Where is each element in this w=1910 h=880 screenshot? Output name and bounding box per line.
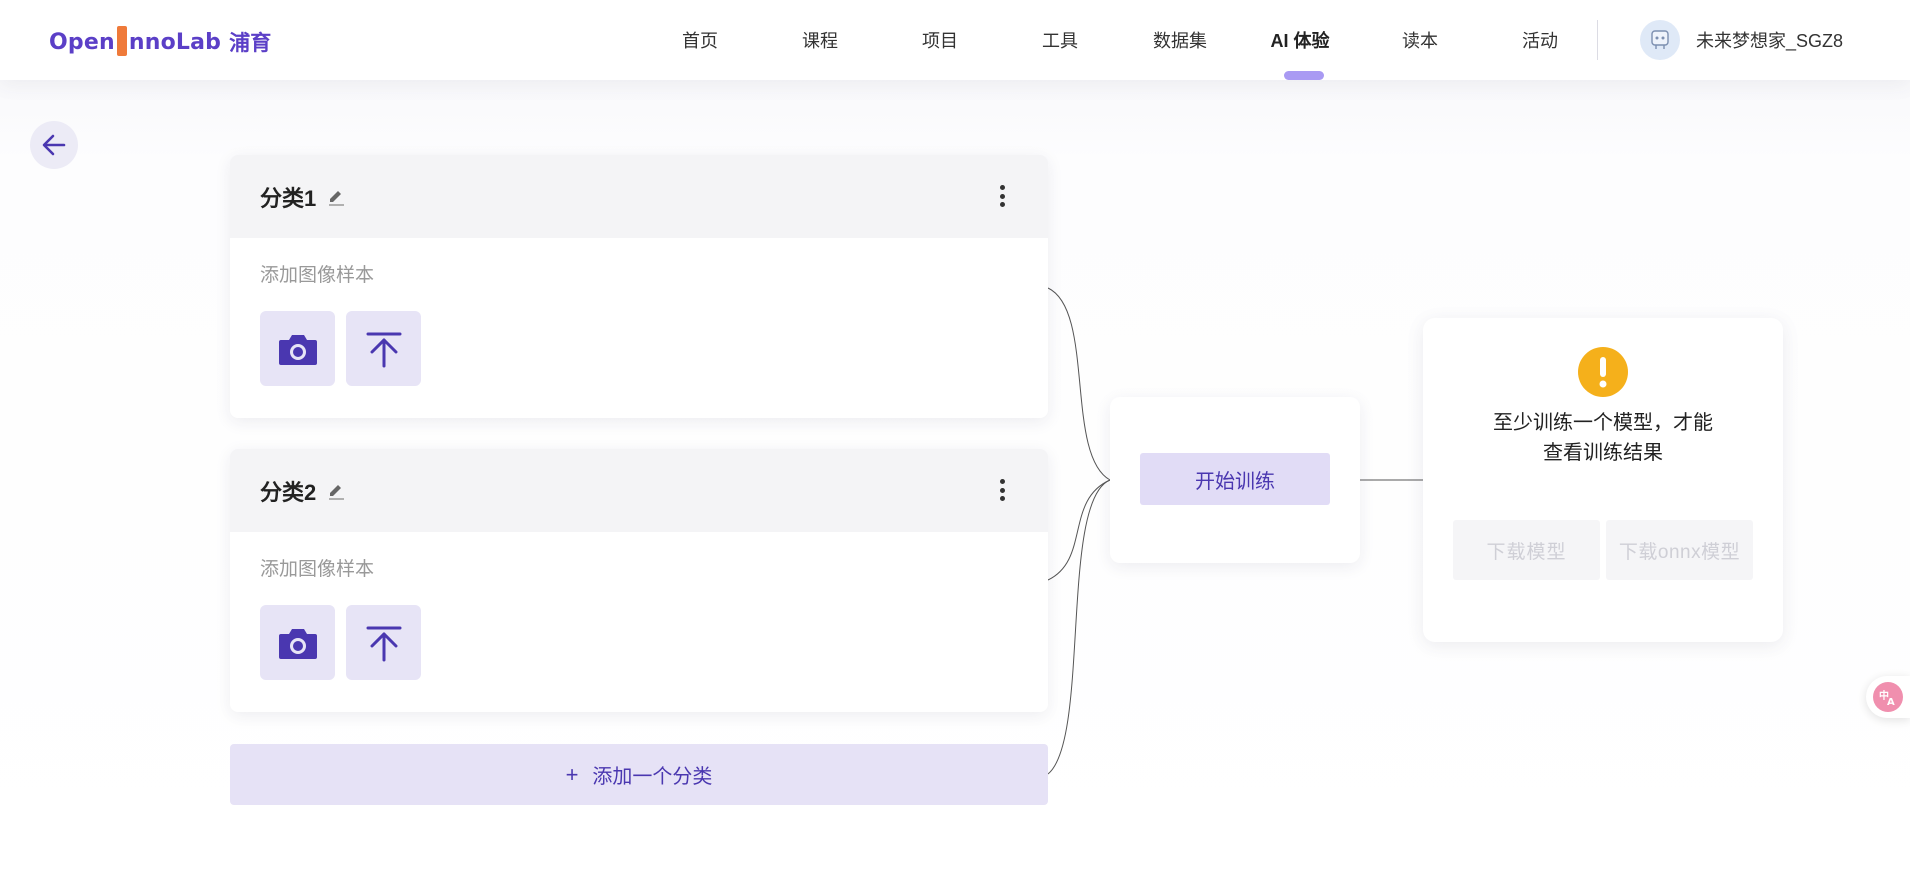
translate-icon: 中 A <box>1873 682 1903 712</box>
upload-button[interactable] <box>346 605 421 680</box>
plus-icon: + <box>565 761 579 787</box>
add-class-label: 添加一个分类 <box>592 766 713 788</box>
class-card-body: 添加图像样本 <box>230 532 1048 710</box>
result-message: 至少训练一个模型，才能 查看训练结果 <box>1423 408 1783 468</box>
site-logo[interactable]: Open nnoLab 浦育 <box>49 22 272 62</box>
more-vertical-icon[interactable] <box>992 475 1012 505</box>
avatar <box>1640 20 1680 60</box>
class-card-body: 添加图像样本 <box>230 238 1048 416</box>
upload-icon <box>366 332 401 367</box>
class-card-header: 分类1 <box>230 155 1048 238</box>
upload-icon <box>366 626 401 661</box>
nav-label: 课程 <box>802 31 838 51</box>
nav-label: 数据集 <box>1153 31 1207 51</box>
logo-i-mark <box>116 26 127 56</box>
result-message-line1: 至少训练一个模型，才能 <box>1493 412 1713 434</box>
sample-buttons <box>260 605 1018 680</box>
sample-buttons <box>260 311 1018 386</box>
nav-readers[interactable]: 读本 <box>1360 0 1480 80</box>
webcam-button[interactable] <box>260 605 335 680</box>
pencil-icon[interactable] <box>326 480 348 502</box>
nav-label: 首页 <box>682 31 718 51</box>
camera-icon <box>278 628 317 659</box>
nav-label: AI 体验 <box>1270 31 1330 51</box>
class-card-1: 分类1 添加图像样本 <box>230 155 1048 418</box>
exclamation-icon <box>1578 347 1628 397</box>
translate-button[interactable]: 中 A <box>1866 676 1910 718</box>
nav-label: 项目 <box>922 31 958 51</box>
class-title: 分类1 <box>260 185 317 211</box>
class-card-header: 分类2 <box>230 449 1048 532</box>
nav-datasets[interactable]: 数据集 <box>1120 0 1240 80</box>
robot-avatar-icon <box>1651 30 1669 49</box>
pencil-icon[interactable] <box>326 186 348 208</box>
add-class-button[interactable]: + 添加一个分类 <box>230 744 1048 805</box>
top-header: Open nnoLab 浦育 首页 课程 项目 工具 数据集 AI 体验 读本 活… <box>0 0 1910 80</box>
logo-text-open: Open <box>49 29 115 55</box>
camera-icon <box>278 334 317 365</box>
logo-cn: 浦育 <box>229 31 272 55</box>
arrow-left-icon <box>42 134 66 156</box>
nav-label: 活动 <box>1522 31 1558 51</box>
svg-text:A: A <box>1887 697 1895 706</box>
nav-projects[interactable]: 项目 <box>880 0 1000 80</box>
nav-activities[interactable]: 活动 <box>1480 0 1600 80</box>
username: 未来梦想家_SGZ8 <box>1696 31 1844 51</box>
nav-divider <box>1597 20 1598 60</box>
result-card: 至少训练一个模型，才能 查看训练结果 下载模型 下载onnx模型 <box>1423 318 1783 642</box>
add-sample-label: 添加图像样本 <box>260 265 375 286</box>
main-nav: 首页 课程 项目 工具 数据集 AI 体验 读本 活动 <box>640 0 1600 80</box>
download-model-button[interactable]: 下载模型 <box>1453 520 1600 580</box>
start-training-button[interactable]: 开始训练 <box>1140 453 1330 505</box>
train-card: 开始训练 <box>1110 397 1360 563</box>
nav-courses[interactable]: 课程 <box>760 0 880 80</box>
nav-label: 工具 <box>1042 31 1078 51</box>
logo-text-nnolab: nnoLab <box>128 29 222 55</box>
user-menu[interactable]: 未来梦想家_SGZ8 <box>1640 20 1843 60</box>
page: Open nnoLab 浦育 首页 课程 项目 工具 数据集 AI 体验 读本 活… <box>0 0 1910 880</box>
back-button[interactable] <box>30 121 78 169</box>
webcam-button[interactable] <box>260 311 335 386</box>
add-sample-label: 添加图像样本 <box>260 559 375 580</box>
class-card-2: 分类2 添加图像样本 <box>230 449 1048 712</box>
nav-home[interactable]: 首页 <box>640 0 760 80</box>
class-title: 分类2 <box>260 479 317 505</box>
nav-label: 读本 <box>1402 31 1438 51</box>
more-vertical-icon[interactable] <box>992 181 1012 211</box>
nav-ai-experience[interactable]: AI 体验 <box>1240 0 1360 80</box>
result-message-line2: 查看训练结果 <box>1543 442 1663 464</box>
download-onnx-button[interactable]: 下载onnx模型 <box>1606 520 1753 580</box>
nav-tools[interactable]: 工具 <box>1000 0 1120 80</box>
upload-button[interactable] <box>346 311 421 386</box>
